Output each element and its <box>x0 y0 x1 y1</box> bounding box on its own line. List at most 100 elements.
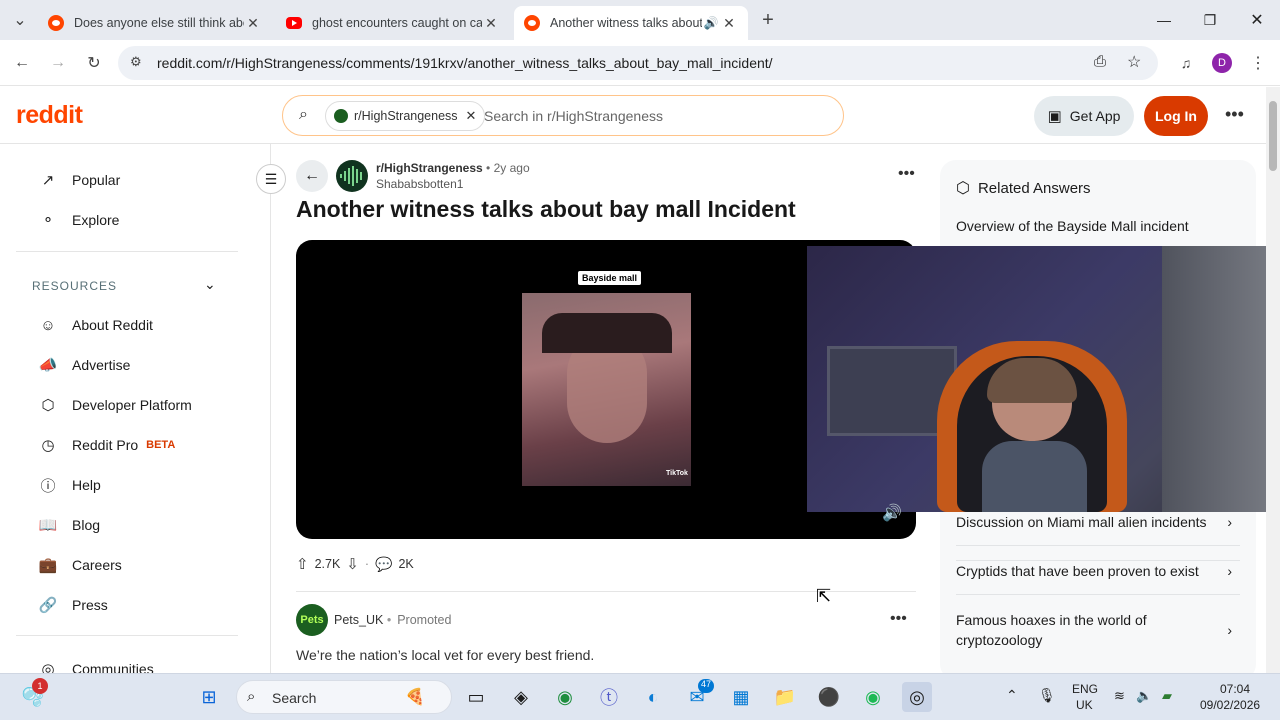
teams-icon[interactable]: ⓣ <box>594 682 624 712</box>
related-answer-item[interactable]: Overview of the Bayside Mall incident <box>956 216 1240 236</box>
comment-count[interactable]: 2K <box>398 557 413 571</box>
app-icon[interactable]: ⚫ <box>814 682 844 712</box>
url-text[interactable]: reddit.com/r/HighStrangeness/comments/19… <box>157 55 773 71</box>
start-windows-icon[interactable]: ⊞ <box>194 682 224 712</box>
get-app-button[interactable]: ▣ Get App <box>1034 96 1134 136</box>
sidebar-item-blog[interactable]: 📖 Blog <box>38 513 100 537</box>
chrome-active-icon[interactable]: ◎ <box>902 682 932 712</box>
restore-icon[interactable]: ❐ <box>1187 0 1233 40</box>
close-tab-icon[interactable]: ✕ <box>244 15 262 32</box>
mouse-cursor-icon: ⇱ <box>816 586 832 606</box>
tab-title: ghost encounters caught on ca <box>312 16 482 30</box>
sidebar-item-developer-platform[interactable]: ⬡ Developer Platform <box>38 393 191 417</box>
close-tab-icon[interactable]: ✕ <box>720 15 738 32</box>
sidebar-item-popular[interactable]: ↗ Popular <box>38 168 121 192</box>
chevron-up-icon[interactable]: ⌃ <box>1006 687 1018 704</box>
subreddit-avatar[interactable] <box>336 160 368 192</box>
post-actions: ⇧ 2.7K ⇩ · 💬 2K <box>296 555 414 574</box>
sidebar-item-reddit-pro[interactable]: ◷ Reddit Pro BETA <box>38 433 175 457</box>
edge-icon[interactable]: ◐ <box>638 682 668 712</box>
post-author[interactable]: Shababsbotten1 <box>376 177 463 191</box>
qr-code-icon: ▣ <box>1047 108 1062 125</box>
tab-active-reddit[interactable]: Another witness talks about 🔊 ✕ <box>514 6 748 40</box>
store-icon[interactable]: ▦ <box>726 682 756 712</box>
chevron-down-icon[interactable]: ⌄ <box>204 276 216 293</box>
bookmark-star-icon[interactable]: ☆ <box>1127 52 1141 72</box>
sidebar-item-careers[interactable]: 💼 Careers <box>38 553 122 577</box>
new-tab-icon[interactable]: + <box>756 8 780 32</box>
subreddit-search-chip[interactable]: r/HighStrangeness ✕ <box>325 101 486 131</box>
sidebar-item-explore[interactable]: ⚬ Explore <box>38 208 120 232</box>
divider <box>956 545 1240 546</box>
search-input[interactable]: Search in r/HighStrangeness <box>484 108 663 124</box>
sidebar-item-about-reddit[interactable]: ☺ About Reddit <box>38 313 153 337</box>
page-scrollbar[interactable] <box>1266 87 1280 673</box>
mail-icon[interactable]: ✉ 47 <box>682 679 715 712</box>
file-explorer-icon[interactable]: 📁 <box>770 682 800 712</box>
microphone-icon[interactable]: 🎙 <box>1038 687 1056 704</box>
task-view-icon[interactable]: ▭ <box>461 682 491 712</box>
browser-toolbar: ← → ↻ ⚙ reddit.com/r/HighStrangeness/com… <box>0 40 1280 86</box>
sidebar-item-advertise[interactable]: 📣 Advertise <box>38 353 131 377</box>
promo-author[interactable]: Pets_UK • Promoted <box>334 613 451 627</box>
comment-icon[interactable]: 💬 <box>375 556 392 573</box>
tab-youtube[interactable]: ghost encounters caught on ca ✕ <box>276 6 510 40</box>
promo-avatar[interactable]: Pets <box>296 604 328 636</box>
audio-playing-icon[interactable]: 🔊 <box>702 16 720 30</box>
search-bar[interactable]: ⌕ r/HighStrangeness ✕ Search in r/HighSt… <box>282 95 844 136</box>
widgets-icon[interactable]: 🫧 1 <box>18 678 48 712</box>
reload-icon[interactable]: ↻ <box>82 51 106 75</box>
post-subreddit[interactable]: r/HighStrangeness • 2y ago <box>376 161 530 175</box>
mail-badge: 47 <box>698 679 715 693</box>
spotify-icon[interactable]: ◉ <box>858 682 888 712</box>
address-bar[interactable]: ⚙ reddit.com/r/HighStrangeness/comments/… <box>118 46 1158 80</box>
media-control-icon[interactable]: ♫ <box>1174 51 1198 75</box>
sidebar-toggle-icon[interactable]: ☰ <box>256 164 286 194</box>
login-button[interactable]: Log In <box>1144 96 1208 136</box>
close-tab-icon[interactable]: ✕ <box>482 15 500 32</box>
sidebar-item-press[interactable]: 🔗 Press <box>38 593 108 617</box>
scrollbar-thumb[interactable] <box>1269 101 1277 171</box>
chevron-right-icon: › <box>1227 563 1232 579</box>
volume-icon[interactable]: 🔈 <box>1136 688 1152 704</box>
subreddit-chip-avatar <box>334 109 348 123</box>
back-icon[interactable]: ← <box>10 51 34 75</box>
clock-time[interactable]: 07:04 <box>1220 682 1250 696</box>
profile-avatar[interactable]: D <box>1210 51 1234 75</box>
resources-heading[interactable]: RESOURCES <box>32 279 117 293</box>
battery-icon[interactable]: ▰ <box>1162 688 1172 704</box>
upvote-icon[interactable]: ⇧ <box>296 555 309 573</box>
back-button[interactable]: ← <box>296 160 328 192</box>
post-options-icon[interactable]: ••• <box>898 165 915 183</box>
tab-search-chevron-icon[interactable]: ⌄ <box>8 8 32 32</box>
close-window-icon[interactable]: ✕ <box>1234 0 1280 40</box>
clock-icon: ◷ <box>41 437 55 454</box>
minimize-icon[interactable]: — <box>1141 0 1187 40</box>
site-info-icon[interactable]: ⚙ <box>130 54 142 70</box>
related-answer-item[interactable]: Famous hoaxes in the world of cryptozool… <box>956 610 1240 650</box>
chrome-icon[interactable]: ◉ <box>550 682 580 712</box>
wifi-icon[interactable]: ≋ <box>1114 688 1125 704</box>
post-title: Another witness talks about bay mall Inc… <box>296 196 796 222</box>
sidebar-item-help[interactable]: ⓘ Help <box>38 473 100 497</box>
keyboard-layout[interactable]: UK <box>1076 698 1093 712</box>
promo-options-icon[interactable]: ••• <box>890 610 907 628</box>
install-app-icon[interactable]: ⎙ <box>1094 53 1106 70</box>
browser-menu-icon[interactable]: ⋮ <box>1246 51 1270 75</box>
related-answer-item[interactable]: Cryptids that have been proven to exist › <box>956 561 1240 581</box>
sidebar-item-communities[interactable]: ◎ Communities <box>38 657 153 674</box>
tab-reddit-thread[interactable]: Does anyone else still think abo ✕ <box>38 6 272 40</box>
reddit-logo[interactable]: reddit <box>16 101 83 130</box>
clock-date[interactable]: 09/02/2026 <box>1200 698 1260 712</box>
language-indicator[interactable]: ENG <box>1072 682 1098 696</box>
copilot-icon[interactable]: ◈ <box>506 682 536 712</box>
taskbar-search[interactable]: ⌕ Search 🍕 <box>236 680 452 714</box>
more-options-icon[interactable]: ••• <box>1225 104 1244 125</box>
divider <box>956 594 1240 595</box>
chip-remove-icon[interactable]: ✕ <box>466 108 477 124</box>
related-answer-item[interactable]: Discussion on Miami mall alien incidents… <box>956 512 1240 532</box>
press-icon: 🔗 <box>38 597 58 614</box>
forward-icon[interactable]: → <box>46 51 70 75</box>
video-volume-icon[interactable]: 🔊 <box>882 503 902 523</box>
downvote-icon[interactable]: ⇩ <box>346 555 359 573</box>
